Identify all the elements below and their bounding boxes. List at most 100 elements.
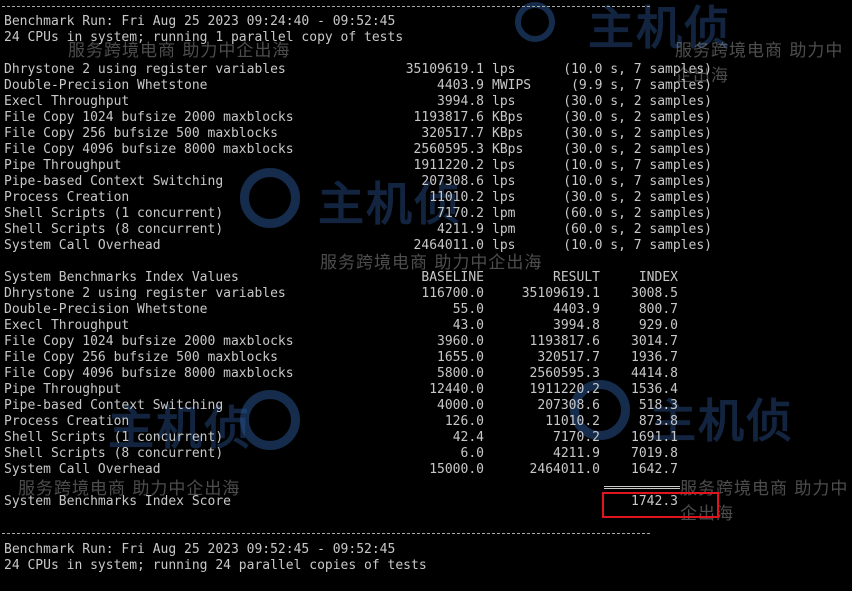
test-result-row: Double-Precision Whetstone 4403.9 MWIPS (9.… xyxy=(4,78,804,94)
index-test-name: File Copy 4096 bufsize 8000 maxblocks xyxy=(4,366,294,381)
index-result: 207308.6 xyxy=(537,398,600,413)
index-baseline: 42.4 xyxy=(452,430,484,445)
test-detail: (10.0 s, 7 samples) xyxy=(563,238,712,253)
index-value: 4414.8 xyxy=(631,366,678,381)
index-result: 4211.9 xyxy=(553,446,600,461)
test-unit: MWIPS xyxy=(492,78,532,93)
index-baseline: 3960.0 xyxy=(437,334,484,349)
test-result-row: Process Creation 11010.2 lps (30.0 s, 2 sam… xyxy=(4,190,804,206)
test-value: 207308.6 xyxy=(421,174,484,189)
test-name: Pipe-based Context Switching xyxy=(4,174,224,189)
separator-rule xyxy=(2,533,650,534)
test-result-row: Execl Throughput 3994.8 lps (30.0 s, 2 samp… xyxy=(4,94,804,110)
index-table-row: File Copy 256 bufsize 500 maxblocks 1655.… xyxy=(4,350,804,366)
index-value: 3014.7 xyxy=(631,334,678,349)
test-unit: KBps xyxy=(492,126,524,141)
test-unit: lps xyxy=(492,158,516,173)
index-table-row: Shell Scripts (8 concurrent) 6.0 4211.9 701… xyxy=(4,446,804,462)
column-header-result: RESULT xyxy=(553,270,600,285)
index-test-name: System Call Overhead xyxy=(4,462,161,477)
test-detail: (30.0 s, 2 samples) xyxy=(563,190,712,205)
index-result: 3994.8 xyxy=(553,318,600,333)
test-detail: (30.0 s, 2 samples) xyxy=(563,126,712,141)
index-table-row: Pipe Throughput 12440.0 1911220.2 1536.4 xyxy=(4,382,804,398)
test-result-row: File Copy 1024 bufsize 2000 maxblocks 119… xyxy=(4,110,804,126)
run1-header: Benchmark Run: Fri Aug 25 2023 09:24:40 … xyxy=(4,14,396,29)
index-result: 2560595.3 xyxy=(529,366,600,381)
index-baseline: 15000.0 xyxy=(429,462,484,477)
index-table-row: Execl Throughput 43.0 3994.8 929.0 xyxy=(4,318,804,334)
test-detail: (60.0 s, 2 samples) xyxy=(563,206,712,221)
index-table-row: System Call Overhead 15000.0 2464011.0 1642… xyxy=(4,462,804,478)
test-unit: lps xyxy=(492,238,516,253)
index-table-row: File Copy 4096 bufsize 8000 maxblocks 580… xyxy=(4,366,804,382)
test-name: Shell Scripts (8 concurrent) xyxy=(4,222,224,237)
index-result: 35109619.1 xyxy=(521,286,600,301)
test-value: 2464011.0 xyxy=(413,238,484,253)
test-result-row: Shell Scripts (8 concurrent) 4211.9 lpm (60… xyxy=(4,222,804,238)
test-detail: (30.0 s, 2 samples) xyxy=(563,94,712,109)
index-baseline: 43.0 xyxy=(452,318,484,333)
test-result-row: Pipe Throughput 1911220.2 lps (10.0 s, 7 sa… xyxy=(4,158,804,174)
test-name: File Copy 1024 bufsize 2000 maxblocks xyxy=(4,110,294,125)
index-baseline: 126.0 xyxy=(444,414,484,429)
test-unit: KBps xyxy=(492,110,524,125)
test-name: Process Creation xyxy=(4,190,130,205)
index-value: 873.8 xyxy=(638,414,678,429)
index-score-label: System Benchmarks Index Score xyxy=(4,494,231,509)
index-table-title: System Benchmarks Index Values BASELINE … xyxy=(4,270,804,286)
separator-rule xyxy=(2,6,650,7)
test-unit: KBps xyxy=(492,142,524,157)
test-value: 3994.8 xyxy=(437,94,484,109)
index-baseline: 6.0 xyxy=(460,446,484,461)
test-result-row: Shell Scripts (1 concurrent) 7170.2 lpm (60… xyxy=(4,206,804,222)
index-table-title-text: System Benchmarks Index Values xyxy=(4,270,239,285)
index-table-row: Dhrystone 2 using register variables 1167… xyxy=(4,286,804,302)
test-result-row: Dhrystone 2 using register variables 3510… xyxy=(4,62,804,78)
index-value: 929.0 xyxy=(638,318,678,333)
index-test-name: File Copy 1024 bufsize 2000 maxblocks xyxy=(4,334,294,349)
index-baseline: 55.0 xyxy=(452,302,484,317)
test-detail: (60.0 s, 2 samples) xyxy=(563,222,712,237)
index-table-row: Process Creation 126.0 11010.2 873.8 xyxy=(4,414,804,430)
index-baseline: 1655.0 xyxy=(437,350,484,365)
index-result: 1911220.2 xyxy=(529,382,600,397)
index-baseline: 5800.0 xyxy=(437,366,484,381)
test-result-row: Pipe-based Context Switching 207308.6 lps (… xyxy=(4,174,804,190)
test-detail: (30.0 s, 2 samples) xyxy=(563,110,712,125)
test-value: 4403.9 xyxy=(437,78,484,93)
index-result: 2464011.0 xyxy=(529,462,600,477)
index-value: 1642.7 xyxy=(631,462,678,477)
index-value: 800.7 xyxy=(638,302,678,317)
index-baseline: 116700.0 xyxy=(421,286,484,301)
index-result: 1193817.6 xyxy=(529,334,600,349)
index-test-name: Double-Precision Whetstone xyxy=(4,302,208,317)
index-test-name: File Copy 256 bufsize 500 maxblocks xyxy=(4,350,278,365)
column-header-index: INDEX xyxy=(638,270,678,285)
index-value: 1936.7 xyxy=(631,350,678,365)
index-result: 7170.2 xyxy=(553,430,600,445)
test-name: Pipe Throughput xyxy=(4,158,122,173)
index-table-row: Double-Precision Whetstone 55.0 4403.9 800.… xyxy=(4,302,804,318)
test-detail: (10.0 s, 7 samples) xyxy=(563,174,712,189)
index-test-name: Pipe-based Context Switching xyxy=(4,398,224,413)
test-name: File Copy 4096 bufsize 8000 maxblocks xyxy=(4,142,294,157)
test-value: 320517.7 xyxy=(421,126,484,141)
index-table-row: Shell Scripts (1 concurrent) 42.4 7170.2 16… xyxy=(4,430,804,446)
watermark-logo-icon xyxy=(515,2,555,42)
test-value: 11010.2 xyxy=(429,190,484,205)
index-value: 1536.4 xyxy=(631,382,678,397)
index-test-name: Execl Throughput xyxy=(4,318,130,333)
test-value: 35109619.1 xyxy=(405,62,484,77)
score-highlight-box xyxy=(602,492,719,518)
index-test-name: Dhrystone 2 using register variables xyxy=(4,286,286,301)
test-result-row: File Copy 4096 bufsize 8000 maxblocks 256… xyxy=(4,142,804,158)
index-value: 3008.5 xyxy=(631,286,678,301)
index-test-name: Process Creation xyxy=(4,414,130,429)
index-table-row: Pipe-based Context Switching 4000.0 207308… xyxy=(4,398,804,414)
score-separator xyxy=(604,486,680,489)
column-header-baseline: BASELINE xyxy=(421,270,484,285)
test-name: Double-Precision Whetstone xyxy=(4,78,208,93)
test-detail: (30.0 s, 2 samples) xyxy=(563,142,712,157)
index-result: 320517.7 xyxy=(537,350,600,365)
